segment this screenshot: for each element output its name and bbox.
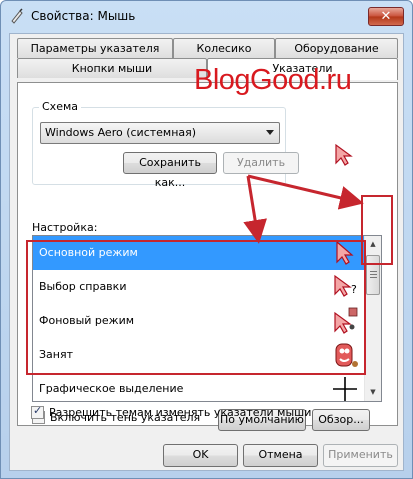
dialog-client-area: Параметры указателя Колесико Оборудовани… — [9, 33, 404, 471]
themes-checkbox[interactable]: ✓ — [31, 404, 44, 419]
help-cursor-icon: ? — [334, 274, 357, 297]
tab-pointer-options[interactable]: Параметры указателя — [17, 38, 173, 58]
apply-button[interactable]: Применить — [323, 444, 398, 467]
list-item-label: Фоновый режим — [39, 314, 135, 327]
thumb-grip — [370, 274, 377, 275]
themes-checkbox-label: Разрешить темам изменять указатели мыши — [49, 406, 312, 419]
tab-hardware[interactable]: Оборудование — [275, 38, 398, 58]
thumb-grip — [370, 277, 377, 278]
ok-button[interactable]: OK — [163, 444, 238, 467]
crosshair-cursor-icon — [333, 377, 357, 401]
list-item[interactable]: Выбор справки ? — [33, 270, 365, 304]
scroll-down-icon[interactable]: ▼ — [365, 384, 381, 401]
list-item-label: Графическое выделение — [39, 382, 184, 395]
scheme-dropdown[interactable]: Windows Aero (системная) — [40, 122, 280, 144]
customize-label: Настройка: — [32, 221, 98, 234]
save-scheme-button[interactable]: Сохранить как... — [123, 152, 217, 189]
scheme-group: Схема Windows Aero (системная) Сохранить… — [32, 100, 299, 189]
scheme-legend: Схема — [39, 100, 81, 113]
list-item[interactable]: Занят — [33, 338, 365, 372]
working-cursor-icon — [334, 307, 358, 334]
tab-wheel[interactable]: Колесико — [173, 38, 275, 58]
thumb-grip — [370, 271, 377, 272]
delete-scheme-button[interactable]: Удалить — [223, 152, 299, 174]
chevron-down-icon — [266, 130, 274, 135]
svg-text:?: ? — [351, 283, 357, 296]
window-title: Свойства: Мышь — [31, 9, 136, 23]
themes-checkbox-row[interactable]: ✓ Разрешить темам изменять указатели мыш… — [31, 404, 312, 419]
close-button[interactable]: ✕ — [368, 7, 404, 26]
checkmark-icon: ✓ — [33, 404, 43, 417]
scroll-thumb[interactable] — [366, 255, 380, 295]
mouse-icon — [11, 8, 23, 24]
list-item-label: Занят — [39, 348, 74, 361]
cancel-button[interactable]: Отмена — [243, 444, 318, 467]
scroll-up-icon[interactable]: ▲ — [365, 236, 381, 253]
pointers-panel: Схема Windows Aero (системная) Сохранить… — [17, 82, 398, 431]
title-bar[interactable]: Свойства: Мышь ✕ — [1, 1, 412, 31]
tab-buttons[interactable]: Кнопки мыши — [17, 58, 207, 78]
cursor-list[interactable]: Основной режим Выбор справки ? Фоновый р… — [32, 235, 382, 402]
busy-cursor-icon — [335, 343, 358, 367]
cursor-preview-icon — [335, 143, 353, 166]
browse-button[interactable]: Обзор... — [312, 409, 370, 431]
list-item[interactable]: Основной режим — [33, 236, 365, 270]
arrow-cursor-icon — [336, 240, 354, 265]
list-item[interactable]: Фоновый режим — [33, 304, 365, 338]
list-item-label: Основной режим — [39, 246, 138, 259]
list-scrollbar[interactable]: ▲ ▼ — [364, 236, 381, 401]
list-item[interactable]: Графическое выделение — [33, 372, 365, 401]
list-item-label: Выбор справки — [39, 280, 127, 293]
watermark: BlogGood.ru — [194, 64, 352, 96]
scheme-dropdown-value: Windows Aero (системная) — [45, 126, 197, 139]
